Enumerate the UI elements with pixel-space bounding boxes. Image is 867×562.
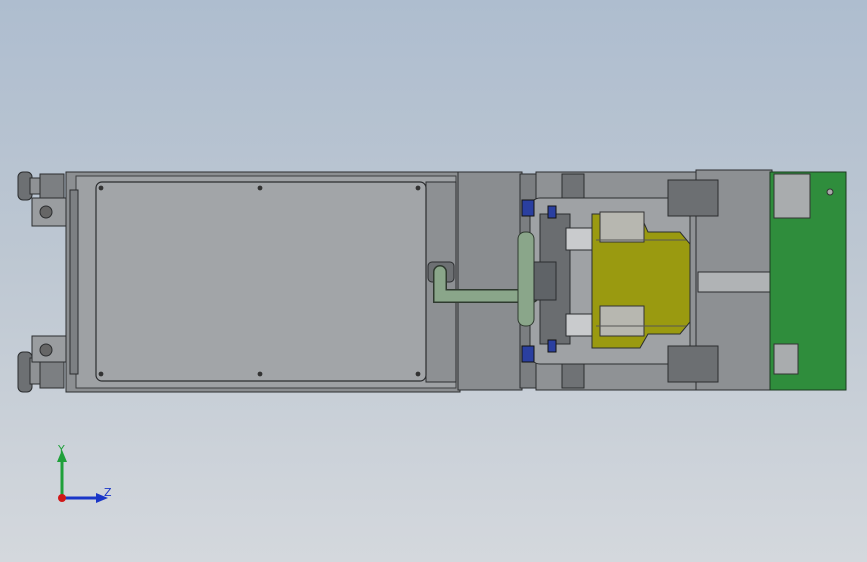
assembly-top-view[interactable] <box>0 0 867 562</box>
bolt-icon <box>415 185 421 191</box>
coordinate-triad: Y Z <box>40 440 120 510</box>
bolt-icon <box>257 185 263 191</box>
bolt-icon <box>98 185 104 191</box>
bolt-icon <box>98 371 104 377</box>
green-board <box>769 171 847 391</box>
y-axis-label: Y <box>58 443 65 456</box>
wheel-top-left-icon <box>17 171 67 227</box>
triad-axes <box>57 450 108 503</box>
z-axis-label: Z <box>104 486 112 499</box>
olive-plate <box>591 211 691 349</box>
bolt-icon <box>415 371 421 377</box>
wheel-bottom-left-icon <box>17 335 67 393</box>
bolt-icon <box>257 371 263 377</box>
cad-viewport[interactable]: Y Z <box>0 0 867 562</box>
top-cover-plate <box>95 181 427 382</box>
